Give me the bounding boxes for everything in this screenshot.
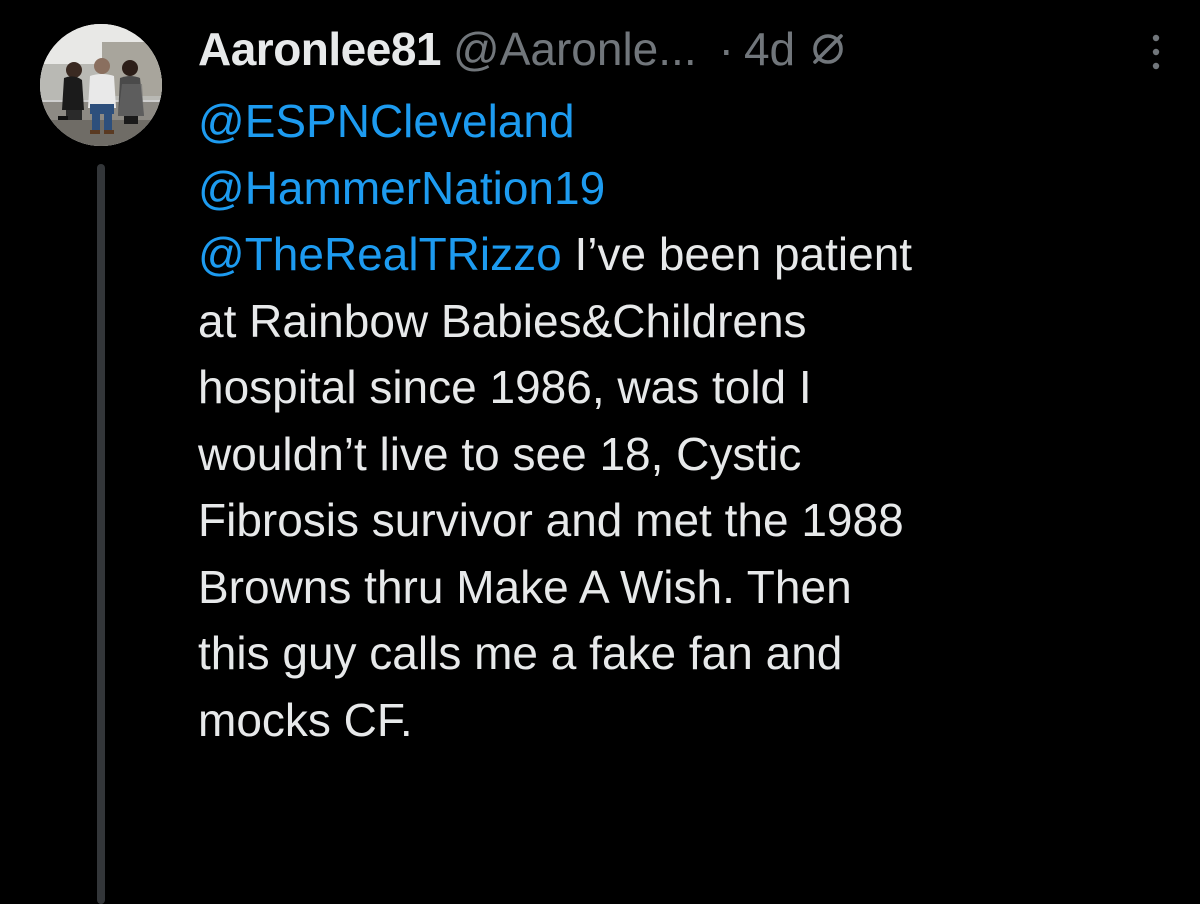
- tweet-header: Aaronlee81 @Aaronle... · 4d: [198, 18, 1178, 80]
- mention-hammernation19[interactable]: @HammerNation19: [198, 162, 605, 214]
- tweet-reply[interactable]: Aaronlee81 @Aaronle... · 4d @ESPNClevela…: [0, 0, 1200, 904]
- more-vertical-icon: [1152, 34, 1160, 70]
- user-handle[interactable]: @Aaronle...: [453, 18, 697, 80]
- text-line: @TheRealTRizzo I’ve been patient: [198, 221, 1168, 288]
- tweet-text: @ESPNCleveland @HammerNation19 @TheRealT…: [198, 88, 1168, 753]
- mention-therealtrizzo[interactable]: @TheRealTRizzo: [198, 228, 562, 280]
- text-segment: I’ve been patient: [561, 228, 913, 280]
- text-line: this guy calls me a fake fan and: [198, 627, 843, 679]
- timestamp[interactable]: 4d: [744, 18, 795, 80]
- thread-line: [97, 164, 105, 904]
- restricted-audience-icon: [809, 30, 847, 68]
- avatar[interactable]: [40, 24, 162, 146]
- text-line: wouldn’t live to see 18, Cystic: [198, 427, 802, 480]
- mention-espncleveland[interactable]: @ESPNCleveland: [198, 95, 575, 147]
- text-line: Fibrosis survivor and met the 1988: [198, 494, 904, 546]
- profile-photo-icon: [40, 24, 162, 146]
- text-line: hospital since 1986, was told I: [198, 361, 812, 413]
- text-line: Browns thru Make A Wish. Then: [198, 560, 852, 613]
- separator-dot: ·: [718, 23, 734, 75]
- text-line: mocks CF.: [198, 693, 413, 746]
- more-options-button[interactable]: [1136, 22, 1176, 82]
- display-name[interactable]: Aaronlee81: [198, 18, 442, 80]
- text-line: @ESPNCleveland: [198, 88, 1168, 155]
- text-line: @HammerNation19: [198, 155, 1168, 222]
- text-line: at Rainbow Babies&Childrens: [198, 294, 807, 347]
